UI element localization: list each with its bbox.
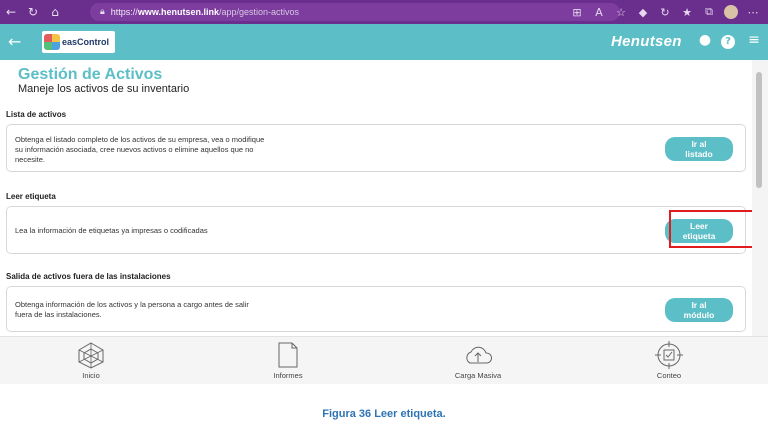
logo-text: easControl	[62, 37, 110, 47]
card-description: Obtenga el listado completo de los activ…	[15, 135, 265, 164]
reader-icon[interactable]: ⊞	[566, 6, 588, 19]
page-subtitle: Maneje los activos de su inventario	[18, 83, 190, 95]
section-title-asset-exit: Salida de activos fuera de las instalaci…	[6, 272, 171, 281]
collections-icon[interactable]: ⧉	[698, 5, 720, 19]
logo-mark-icon	[44, 34, 60, 50]
browser-toolbar: ← ↻ ⌂ 🔒︎ https://www.henutsen.link/app/g…	[0, 0, 768, 24]
address-bar[interactable]: 🔒︎ https://www.henutsen.link/app/gestion…	[90, 3, 620, 21]
favorites-icon[interactable]: ★	[676, 6, 698, 19]
nav-item-carga-masiva[interactable]: Carga Masiva	[433, 341, 523, 380]
section-title-read-tag: Leer etiqueta	[6, 192, 56, 201]
app-back-icon[interactable]: ←	[8, 32, 21, 51]
button-line-1: Ir al	[691, 139, 707, 149]
browser-actions: ⊞ A ☆ ◆ ↻ ★ ⧉ ⋯	[566, 0, 764, 24]
figure-caption: Figura 36 Leer etiqueta.	[322, 408, 446, 420]
company-logo: easControl	[42, 31, 115, 53]
user-icon[interactable]: ●	[696, 32, 714, 50]
brand-name: Henutsen	[611, 33, 682, 50]
go-to-list-button[interactable]: Ir al listado	[665, 137, 733, 161]
profile-avatar[interactable]	[724, 5, 738, 19]
nav-label: Carga Masiva	[454, 371, 502, 380]
app-header: ← easControl Henutsen ● ? ≡	[0, 24, 768, 60]
nav-item-informes[interactable]: Informes	[243, 341, 333, 380]
nav-label: Inicio	[82, 371, 100, 380]
url-path: /app/gestion-activos	[219, 7, 300, 17]
section-title-asset-list: Lista de activos	[6, 110, 67, 119]
button-line-1: Ir al	[691, 300, 707, 310]
back-icon[interactable]: ←	[0, 0, 22, 24]
favorite-add-icon[interactable]: ☆	[610, 6, 632, 19]
highlight-box	[669, 210, 759, 248]
nav-label: Informes	[273, 371, 303, 380]
card-description: Obtenga información de los activos y la …	[15, 300, 249, 319]
home-icon[interactable]: ⌂	[44, 0, 66, 24]
button-line-2: módulo	[683, 310, 715, 320]
more-icon[interactable]: ⋯	[742, 6, 764, 19]
nav-item-conteo[interactable]: Conteo	[624, 341, 714, 380]
bottom-navigation: Inicio Informes Carga Masiva Conteo	[0, 336, 768, 384]
scrollbar-thumb[interactable]	[756, 72, 762, 188]
menu-icon[interactable]: ≡	[745, 32, 763, 50]
main-content: Gestión de Activos Maneje los activos de…	[0, 60, 759, 336]
read-aloud-icon[interactable]: A	[588, 6, 610, 19]
target-check-icon	[655, 341, 683, 369]
cloud-upload-icon	[466, 346, 493, 364]
go-to-module-button[interactable]: Ir al módulo	[665, 298, 733, 322]
refresh-icon[interactable]: ↻	[22, 0, 44, 24]
page-title: Gestión de Activos	[18, 66, 163, 83]
document-icon	[278, 342, 298, 368]
card-asset-exit: Obtenga información de los activos y la …	[6, 286, 746, 332]
extension-icon[interactable]: ◆	[632, 6, 654, 19]
card-read-tag: Lea la información de etiquetas ya impre…	[6, 206, 746, 254]
card-description: Lea la información de etiquetas ya impre…	[15, 226, 208, 235]
url-prefix: https://	[110, 7, 138, 17]
card-asset-list: Obtenga el listado completo de los activ…	[6, 124, 746, 172]
lock-icon: 🔒︎	[100, 7, 105, 17]
nav-label: Conteo	[656, 371, 682, 380]
refresh-page-icon[interactable]: ↻	[654, 6, 676, 19]
url-host: www.henutsen.link	[137, 7, 219, 17]
help-icon[interactable]: ?	[721, 35, 735, 49]
radar-icon	[78, 342, 104, 369]
nav-item-inicio[interactable]: Inicio	[46, 341, 136, 380]
screenshot-root: ← ↻ ⌂ 🔒︎ https://www.henutsen.link/app/g…	[0, 0, 768, 433]
button-line-2: listado	[685, 149, 713, 159]
